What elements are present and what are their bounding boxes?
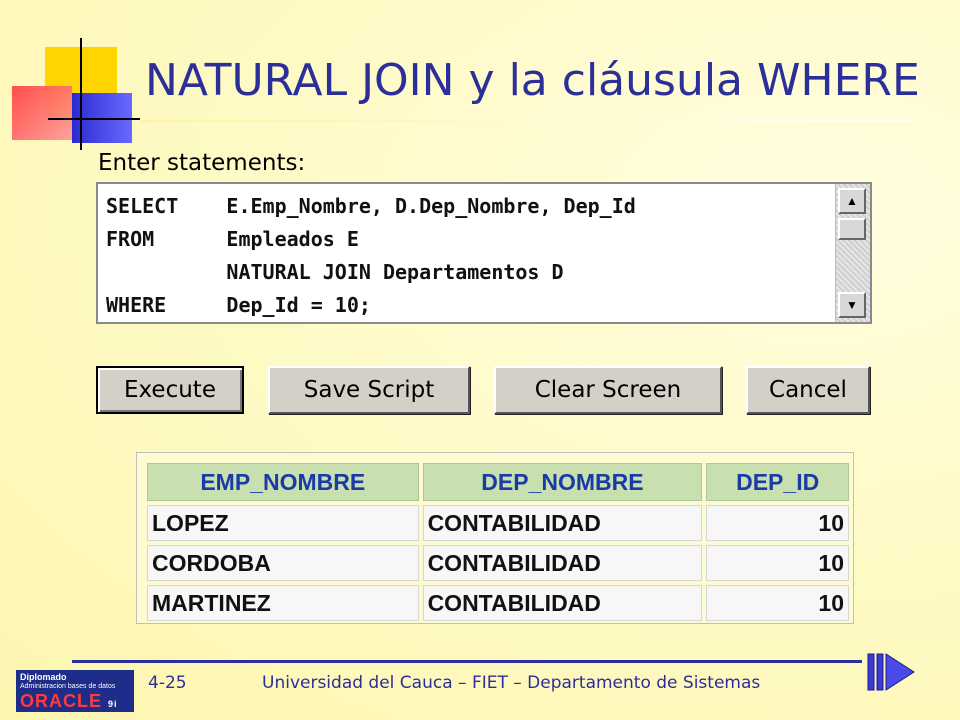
table-cell: CORDOBA (147, 545, 419, 581)
page-title: NATURAL JOIN y la cláusula WHERE (145, 55, 920, 106)
table-cell: LOPEZ (147, 505, 419, 541)
table-row: MARTINEZ CONTABILIDAD 10 (147, 585, 849, 621)
results-panel: EMP_NOMBRE DEP_NOMBRE DEP_ID LOPEZ CONTA… (136, 452, 854, 624)
table-cell: 10 (706, 585, 849, 621)
title-underline (140, 120, 910, 122)
column-header-dep-id: DEP_ID (706, 463, 849, 501)
table-header-row: EMP_NOMBRE DEP_NOMBRE DEP_ID (147, 463, 849, 501)
page-number: 4-25 (148, 673, 187, 693)
next-slide-arrow-icon[interactable] (866, 650, 918, 694)
save-script-button[interactable]: Save Script (268, 366, 470, 414)
footer-text: Universidad del Cauca – FIET – Departame… (262, 673, 761, 693)
table-cell: CONTABILIDAD (422, 545, 703, 581)
table-cell: 10 (706, 505, 849, 541)
scrollbar-thumb[interactable] (838, 218, 866, 240)
editor-scrollbar[interactable]: ▲ ▼ (835, 184, 870, 322)
sql-code[interactable]: SELECT E.Emp_Nombre, D.Dep_Nombre, Dep_I… (106, 190, 830, 322)
table-cell: CONTABILIDAD (422, 585, 703, 621)
footer-rule (72, 660, 862, 663)
execute-button[interactable]: Execute (96, 366, 244, 414)
logo-crosshair-vertical (80, 38, 82, 150)
scroll-up-arrow-icon[interactable]: ▲ (838, 188, 866, 214)
cancel-button[interactable]: Cancel (746, 366, 870, 414)
table-cell: CONTABILIDAD (422, 505, 703, 541)
logo-oracle-text: ORACLE (20, 691, 102, 711)
column-header-dep-nombre: DEP_NOMBRE (422, 463, 703, 501)
enter-statements-label: Enter statements: (98, 150, 306, 176)
logo-line-1: Diplomado (20, 672, 67, 682)
sql-editor[interactable]: SELECT E.Emp_Nombre, D.Dep_Nombre, Dep_I… (96, 182, 872, 324)
scroll-down-arrow-icon[interactable]: ▼ (838, 292, 866, 318)
logo-square-red (12, 86, 72, 140)
diplomado-oracle-logo: Diplomado Administracion bases de datos … (16, 670, 134, 712)
logo-line-3: ORACLE 9i TM (20, 691, 130, 712)
table-row: CORDOBA CONTABILIDAD 10 (147, 545, 849, 581)
results-table: EMP_NOMBRE DEP_NOMBRE DEP_ID LOPEZ CONTA… (143, 459, 853, 625)
table-row: LOPEZ CONTABILIDAD 10 (147, 505, 849, 541)
logo-crosshair-horizontal (48, 118, 140, 120)
column-header-emp-nombre: EMP_NOMBRE (147, 463, 419, 501)
logo-line-2: Administracion bases de datos (20, 683, 116, 690)
clear-screen-button[interactable]: Clear Screen (494, 366, 722, 414)
table-cell: MARTINEZ (147, 585, 419, 621)
table-cell: 10 (706, 545, 849, 581)
